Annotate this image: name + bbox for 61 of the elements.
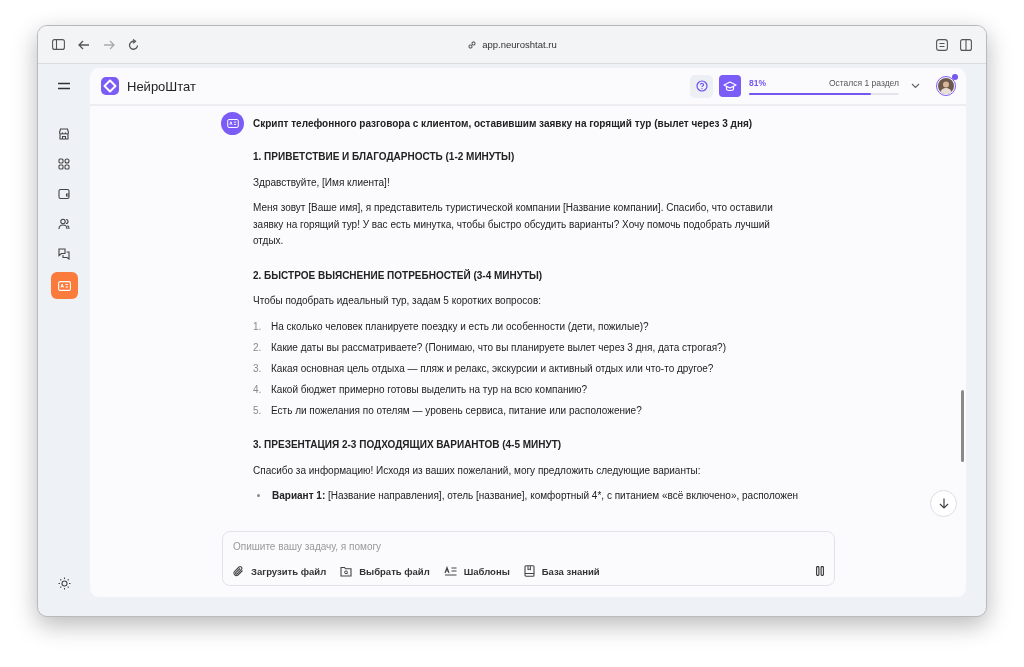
list-item-text: Какой бюджет примерно готовы выделить на тур на всю компанию?	[271, 382, 588, 397]
paragraph: Спасибо за информацию! Исходя из ваших пожеланий, могу предложить следующие варианты:	[253, 463, 702, 478]
section-heading: 3. ПРЕЗЕНТАЦИЯ 2-3 ПОДХОДЯЩИХ ВАРИАНТОВ (4-5 МИНУТ)	[253, 438, 563, 452]
section-heading: 1. ПРИВЕТСТВИЕ И БЛАГОДАРНОСТЬ (1-2 МИНУТЫ)	[253, 150, 516, 164]
list-item-text: Вариант 1: [Название направления], отель [название], комфортный 4*, с питанием «всё включено», расположен	[272, 489, 799, 503]
tool-button[interactable]: Выбрать файл	[340, 565, 430, 577]
address-text[interactable]: app.neuroshtat.ru	[482, 39, 557, 50]
logo-text: НейроШтат	[127, 78, 196, 94]
tool-button[interactable]: Шаблоны	[443, 565, 510, 577]
list-number: 3.	[253, 361, 263, 376]
section-heading: 2. БЫСТРОЕ ВЫЯСНЕНИЕ ПОТРЕБНОСТЕЙ (3-4 МИНУТЫ)	[253, 268, 544, 283]
list-number: 5.	[253, 403, 263, 418]
users-icon	[58, 218, 70, 230]
list-item-text: Какая основная цель отдыха — пляж и релакс, экскурсии и активный отдых или что-то другое?	[271, 361, 714, 376]
pause-button[interactable]	[816, 566, 824, 576]
reload-icon[interactable]	[128, 38, 139, 51]
chat-icon	[58, 248, 70, 260]
scroll-down-button[interactable]	[930, 490, 957, 517]
store-icon	[58, 128, 70, 140]
progress-percent: 81%	[749, 77, 766, 88]
split-view-icon[interactable]	[960, 38, 972, 51]
chevron-down-icon[interactable]	[911, 83, 920, 89]
task-input-field[interactable]: Опишите вашу задачу, я помогу	[233, 541, 824, 552]
wallet-icon	[58, 188, 70, 200]
folder-icon	[340, 565, 353, 577]
help-button[interactable]	[690, 74, 713, 98]
paragraph: Чтобы подобрать идеальный тур, задам 5 коротких вопросов:	[253, 294, 542, 308]
message-title: Скрипт телефонного разговора с клиентом, оставившим заявку на горящий тур (вылет через 3 дня)	[253, 118, 753, 129]
reader-icon[interactable]	[936, 38, 948, 51]
list-number: 2.	[253, 340, 263, 355]
pause-icon	[816, 566, 824, 576]
bullet-icon	[257, 493, 260, 497]
list-number: 4.	[253, 382, 263, 397]
sun-icon[interactable]	[57, 577, 71, 590]
grid-icon	[58, 158, 70, 170]
person-icon	[938, 78, 954, 94]
text-format-icon	[443, 566, 457, 576]
link-icon	[467, 39, 478, 50]
question-icon	[695, 80, 708, 92]
list-number: 1.	[253, 319, 263, 334]
tool-button[interactable]: База знаний	[523, 565, 600, 577]
avatar[interactable]	[936, 76, 956, 96]
graduation-cap-icon	[723, 80, 737, 92]
scrollbar-thumb[interactable]	[961, 390, 964, 462]
list-item-text: На сколько человек планируете поездку и есть ли особенности (дети, пожилые)?	[271, 319, 649, 334]
menu-icon[interactable]	[58, 82, 70, 90]
book-icon	[523, 565, 535, 577]
id-card-icon	[57, 280, 71, 291]
list-item-text: Есть ли пожелания по отелям — уровень сервиса, питание или расположение?	[271, 403, 642, 418]
logo-icon	[101, 77, 119, 95]
progress-caption: Остался 1 раздел	[828, 77, 899, 88]
assistant-avatar-icon	[221, 112, 244, 135]
paperclip-icon	[233, 565, 244, 577]
back-icon[interactable]	[78, 39, 90, 50]
paragraph: Здравствуйте, [Имя клиента]!	[253, 175, 391, 190]
graduation-cap-button[interactable]	[719, 75, 741, 97]
list-item-text: Какие даты вы рассматриваете? (Понимаю, что вы планируете вылет через 3 дня, дата строгая?)	[271, 340, 726, 355]
paragraph: Меня зовут [Ваше имя], я представитель туристической компании [Название компании]. Спасибо, что оставили заявку на горящий тур! У вас есть минутка, чтобы быстро обсудить варианты? Хочу помочь подобрать лучший отдых.	[253, 201, 774, 248]
tool-button[interactable]: Загрузить файл	[233, 565, 327, 577]
arrow-down-icon	[938, 498, 949, 509]
sidebar-toggle-icon[interactable]	[52, 39, 65, 50]
